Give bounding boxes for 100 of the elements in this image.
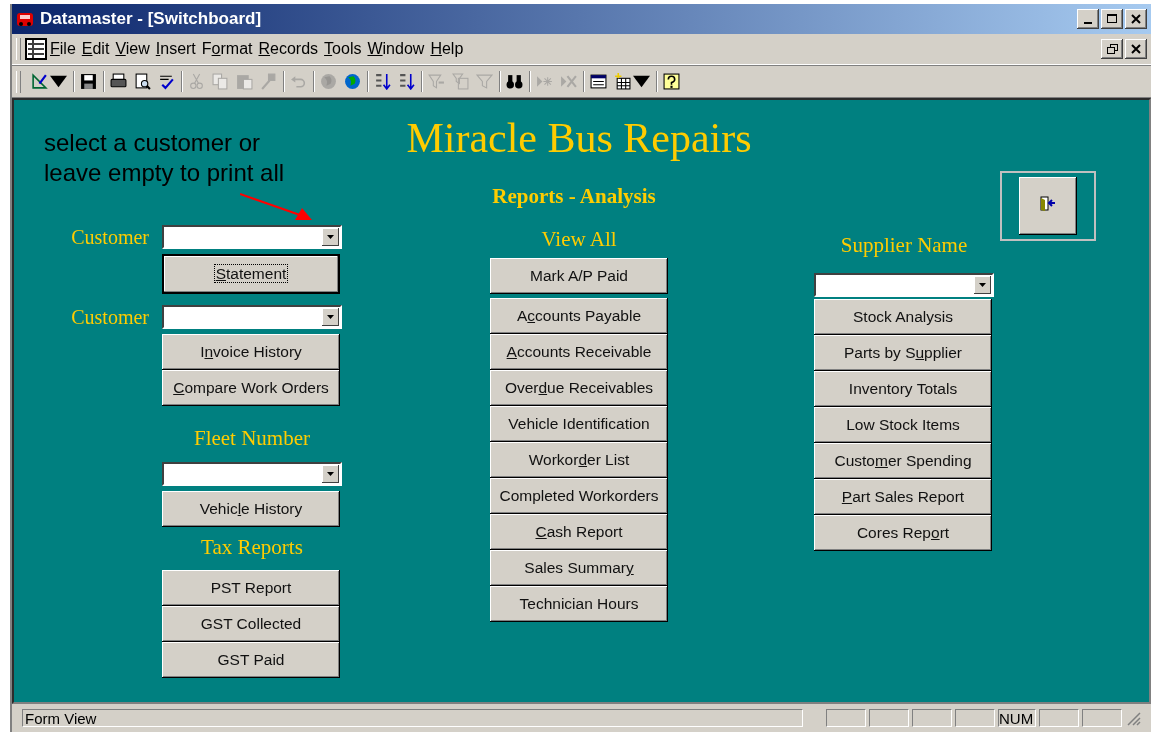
report-button[interactable]: Sales Summary bbox=[490, 550, 668, 586]
globe-icon bbox=[320, 73, 337, 90]
globe-icon bbox=[344, 73, 361, 90]
report-button[interactable]: Cash Report bbox=[490, 514, 668, 550]
caret-icon bbox=[633, 73, 650, 90]
report-button[interactable]: Accounts Receivable bbox=[490, 334, 668, 370]
combo-box[interactable] bbox=[162, 225, 342, 249]
report-button[interactable]: GST Collected bbox=[162, 606, 340, 642]
report-button[interactable]: Vehicle History bbox=[162, 491, 340, 527]
section-heading: Tax Reports bbox=[200, 535, 304, 560]
report-button[interactable]: Parts by Supplier bbox=[814, 335, 992, 371]
section-heading: Fleet Number bbox=[192, 426, 312, 451]
menu-item[interactable]: Insert bbox=[152, 38, 199, 60]
section-heading: View All bbox=[541, 227, 617, 252]
combo-box[interactable] bbox=[162, 305, 342, 329]
dropdown-arrow-icon bbox=[327, 235, 334, 239]
close-icon bbox=[1131, 14, 1141, 24]
combo-box[interactable] bbox=[814, 273, 994, 297]
print-preview-icon bbox=[134, 73, 151, 90]
scissors-icon bbox=[188, 73, 205, 90]
toolbar-button[interactable] bbox=[29, 71, 69, 92]
report-button[interactable]: Inventory Totals bbox=[814, 371, 992, 407]
toolbar-button[interactable] bbox=[612, 71, 652, 92]
filter-form-icon bbox=[452, 73, 469, 90]
menu-item[interactable]: View bbox=[112, 38, 153, 60]
form-subtitle: Reports - Analysis bbox=[492, 184, 656, 209]
resize-grip-icon bbox=[1125, 710, 1141, 726]
brush-icon bbox=[260, 73, 277, 90]
help-icon bbox=[663, 73, 680, 90]
status-panel bbox=[1039, 709, 1079, 727]
close-icon bbox=[1131, 44, 1141, 54]
maximize-icon bbox=[1107, 14, 1117, 24]
clipboard-icon bbox=[236, 73, 253, 90]
menu-item[interactable]: Tools bbox=[321, 38, 365, 60]
database-window-icon bbox=[590, 73, 607, 90]
report-button[interactable]: GST Paid bbox=[162, 642, 340, 678]
report-button[interactable]: Low Stock Items bbox=[814, 407, 992, 443]
status-panel bbox=[869, 709, 909, 727]
instruction-text: select a customer or leave empty to print all bbox=[44, 128, 286, 188]
filter-icon bbox=[476, 73, 493, 90]
printer-icon bbox=[110, 73, 127, 90]
toolbar-button[interactable] bbox=[588, 71, 609, 92]
close-button[interactable] bbox=[1125, 9, 1147, 29]
copy-icon bbox=[212, 73, 229, 90]
status-panel bbox=[1082, 709, 1122, 727]
combo-box[interactable] bbox=[162, 462, 342, 486]
minimize-button[interactable] bbox=[1077, 9, 1099, 29]
window-title: Datamaster - [Switchboard] bbox=[40, 9, 263, 29]
binoculars-icon bbox=[506, 73, 523, 90]
status-message: Form View bbox=[22, 709, 803, 727]
report-button[interactable]: Overdue Receivables bbox=[490, 370, 668, 406]
report-button[interactable]: PST Report bbox=[162, 570, 340, 606]
status-panel bbox=[912, 709, 952, 727]
filter-icon bbox=[428, 73, 445, 90]
menu-item[interactable]: File bbox=[47, 38, 79, 60]
toolbar-button[interactable] bbox=[78, 71, 99, 92]
ruler-pencil-icon bbox=[31, 73, 48, 90]
report-button[interactable]: Part Sales Report bbox=[814, 479, 992, 515]
sort-descending-icon bbox=[398, 73, 415, 90]
menu-item[interactable]: Edit bbox=[78, 38, 113, 60]
report-button[interactable]: Cores Report bbox=[814, 515, 992, 551]
status-panel bbox=[826, 709, 866, 727]
menu-item[interactable]: Help bbox=[427, 38, 467, 60]
close-button[interactable] bbox=[1125, 39, 1147, 59]
status-panel bbox=[955, 709, 995, 727]
report-button[interactable]: Vehicle Identification bbox=[490, 406, 668, 442]
report-button[interactable]: Customer Spending bbox=[814, 443, 992, 479]
spelling-check-icon bbox=[158, 73, 175, 90]
sort-ascending-icon bbox=[374, 73, 391, 90]
report-button[interactable]: Invoice History bbox=[162, 334, 340, 370]
report-button[interactable]: Workorder List bbox=[490, 442, 668, 478]
section-heading: Supplier Name bbox=[840, 233, 968, 258]
exit-button[interactable] bbox=[1019, 177, 1077, 235]
report-button[interactable]: Compare Work Orders bbox=[162, 370, 340, 406]
restore-icon bbox=[1106, 44, 1118, 54]
dropdown-arrow-icon bbox=[327, 315, 334, 319]
report-button[interactable]: Stock Analysis bbox=[814, 299, 992, 335]
door-exit-icon bbox=[1040, 196, 1056, 212]
report-button[interactable]: Accounts Payable bbox=[490, 298, 668, 334]
toolbar-button[interactable] bbox=[132, 71, 153, 92]
report-button[interactable]: Mark A/P Paid bbox=[490, 258, 668, 294]
maximize-button[interactable] bbox=[1101, 9, 1123, 29]
dropdown-arrow-icon bbox=[979, 283, 986, 287]
field-label: Customer bbox=[70, 305, 150, 329]
menu-item[interactable]: Records bbox=[255, 38, 322, 60]
delete-record-icon bbox=[560, 73, 577, 90]
toolbar-button[interactable] bbox=[661, 71, 682, 92]
report-button[interactable]: Statement bbox=[162, 254, 340, 294]
restore-button[interactable] bbox=[1101, 39, 1123, 59]
caret-icon bbox=[50, 73, 67, 90]
num-lock-indicator: NUM bbox=[998, 709, 1036, 727]
report-button[interactable]: Completed Workorders bbox=[490, 478, 668, 514]
menu-item[interactable]: Window bbox=[364, 38, 428, 60]
form-icon[interactable] bbox=[25, 38, 47, 60]
app-icon bbox=[16, 10, 34, 28]
menu-item[interactable]: Format bbox=[198, 38, 256, 60]
field-label: Customer bbox=[70, 225, 150, 249]
minimize-icon bbox=[1084, 22, 1092, 24]
dropdown-arrow-icon bbox=[327, 472, 334, 476]
report-button[interactable]: Technician Hours bbox=[490, 586, 668, 622]
